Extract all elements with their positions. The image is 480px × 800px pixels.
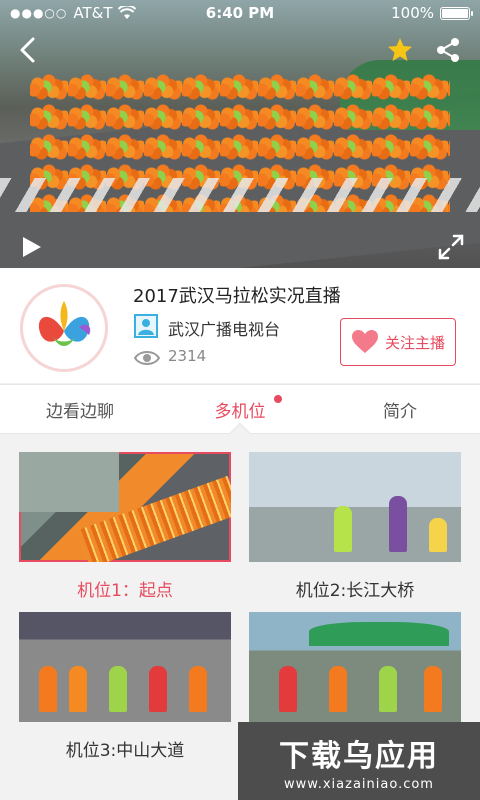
tab-intro-label: 简介 (383, 401, 417, 422)
camera-1-label: 机位1：起点 (77, 581, 173, 601)
battery-icon (440, 6, 473, 20)
site-watermark: 下载乌应用 www.xiazainiao.com (238, 722, 480, 800)
broadcaster-name[interactable]: 武汉广播电视台 (168, 316, 280, 340)
watermark-url: www.xiazainiao.com (284, 776, 434, 792)
runner-figure (279, 666, 297, 712)
camera-3[interactable]: 机位3:中山大道 (19, 612, 231, 761)
runner-figure (389, 496, 407, 552)
play-icon[interactable] (20, 236, 42, 258)
share-icon[interactable] (434, 36, 462, 64)
tab-multi-camera-label: 多机位 (214, 401, 266, 422)
camera-3-label: 机位3:中山大道 (65, 741, 185, 761)
runner-figure (189, 666, 207, 712)
battery-percent: 100% (391, 4, 434, 22)
runner-figure (329, 666, 347, 712)
signal-strength: ●●●○○ (10, 6, 68, 20)
tab-chat-label: 边看边聊 (46, 401, 114, 422)
back-arrow-icon[interactable] (16, 36, 40, 64)
camera-2[interactable]: 机位2:长江大桥 (249, 452, 461, 601)
wifi-icon (118, 6, 137, 19)
star-icon[interactable] (386, 36, 414, 64)
building-shape (19, 452, 119, 512)
channel-logo (20, 284, 108, 372)
camera-3-thumbnail[interactable] (19, 612, 231, 722)
runner-figure (379, 666, 397, 712)
channel-info: 2017武汉马拉松实况直播 武汉广播电视台 2314 关注主播 (0, 268, 480, 383)
notification-dot (274, 395, 282, 403)
runner-figure (39, 666, 57, 712)
status-bar: ●●●○○ AT&T 6:40 PM 100% (0, 0, 480, 26)
camera-2-thumbnail[interactable] (249, 452, 461, 562)
runner-figure (334, 506, 352, 552)
fullscreen-icon[interactable] (438, 234, 464, 260)
video-frame-crosswalk (0, 178, 480, 212)
carrier: AT&T (73, 4, 113, 22)
broadcaster-avatar-icon[interactable] (134, 314, 158, 338)
live-title: 2017武汉马拉松实况直播 (133, 286, 341, 307)
follow-label: 关注主播 (384, 333, 445, 352)
tab-chat[interactable]: 边看边聊 (0, 385, 160, 433)
tab-intro[interactable]: 简介 (320, 385, 480, 433)
runner-figure (109, 666, 127, 712)
follow-host-button[interactable]: 关注主播 (340, 318, 456, 366)
camera-4[interactable] (249, 612, 461, 722)
runner-figure (149, 666, 167, 712)
camera-4-thumbnail[interactable] (249, 612, 461, 722)
heart-icon (351, 330, 378, 353)
camera-2-label: 机位2:长江大桥 (295, 581, 415, 601)
watermark-title: 下载乌应用 (279, 738, 439, 774)
runner-figure (429, 518, 447, 552)
wuhan-tv-logo-icon (38, 301, 91, 346)
camera-1-thumbnail[interactable] (19, 452, 231, 562)
tent-shape (309, 622, 449, 646)
eye-icon (134, 351, 160, 365)
runner-figure (69, 666, 87, 712)
camera-1[interactable]: 机位1：起点 (19, 452, 231, 601)
view-count: 2314 (168, 347, 207, 365)
runner-figure (424, 666, 442, 712)
video-player[interactable]: ●●●○○ AT&T 6:40 PM 100% (0, 0, 480, 268)
